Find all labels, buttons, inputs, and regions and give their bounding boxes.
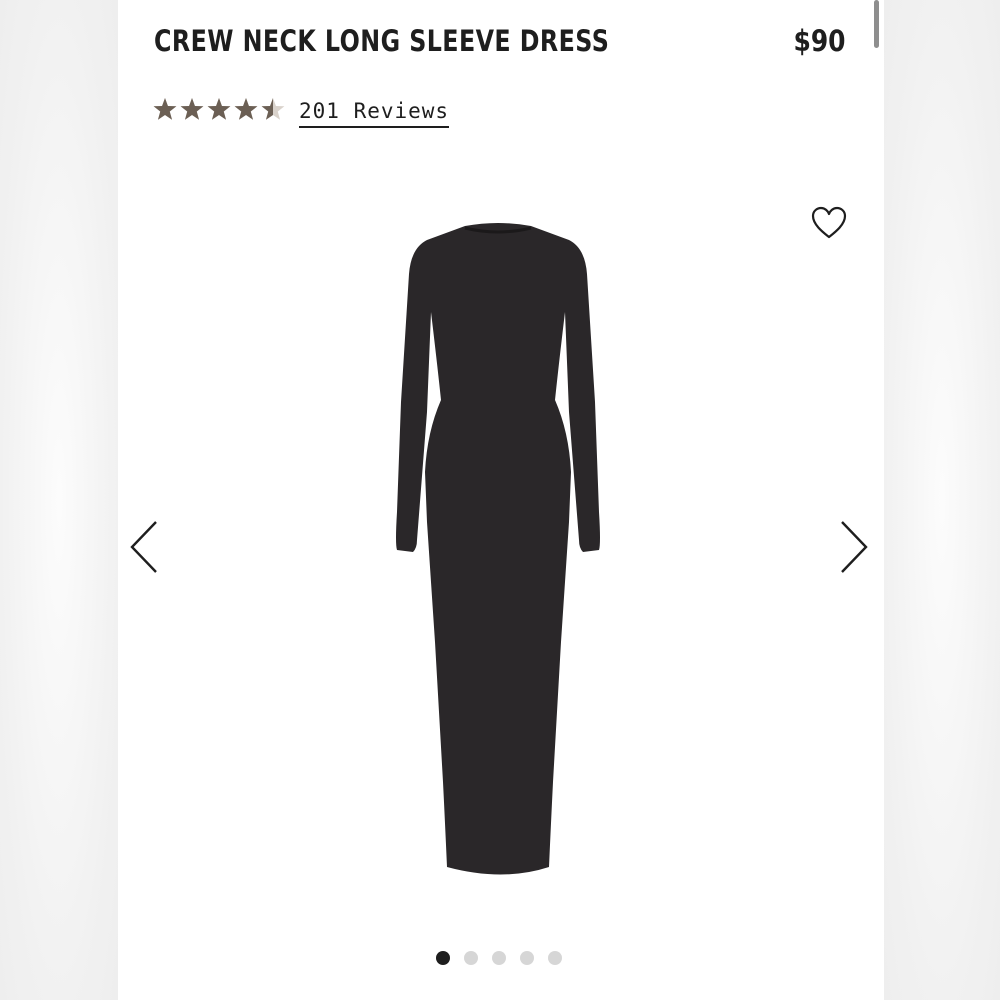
dress-illustration	[396, 223, 600, 875]
background-blur-left	[0, 0, 118, 1000]
carousel-dot[interactable]	[464, 951, 478, 965]
stars-group	[153, 97, 285, 123]
product-panel: CREW NECK LONG SLEEVE DRESS $90 201 Revi…	[118, 0, 884, 1000]
chevron-right-icon	[841, 521, 868, 573]
wishlist-button[interactable]	[810, 205, 848, 241]
product-title: CREW NECK LONG SLEEVE DRESS	[154, 24, 610, 58]
product-price: $90	[793, 24, 846, 58]
scrollbar[interactable]	[874, 0, 879, 48]
carousel-next-button[interactable]	[836, 519, 870, 575]
carousel-dots	[436, 951, 562, 965]
heart-icon	[811, 206, 847, 239]
star-icon	[234, 98, 258, 120]
carousel-prev-button[interactable]	[128, 519, 162, 575]
star-icon	[207, 98, 231, 120]
carousel-dot[interactable]	[520, 951, 534, 965]
carousel-dot[interactable]	[492, 951, 506, 965]
reviews-link[interactable]: 201 Reviews	[299, 99, 450, 128]
chevron-left-icon	[130, 521, 157, 573]
star-rating	[153, 97, 285, 123]
product-image	[373, 222, 623, 882]
carousel-dot[interactable]	[436, 951, 450, 965]
star-icon	[153, 98, 177, 120]
star-icons	[153, 98, 285, 120]
carousel-dot[interactable]	[548, 951, 562, 965]
background-blur-right	[884, 0, 1000, 1000]
star-icon	[180, 98, 204, 120]
